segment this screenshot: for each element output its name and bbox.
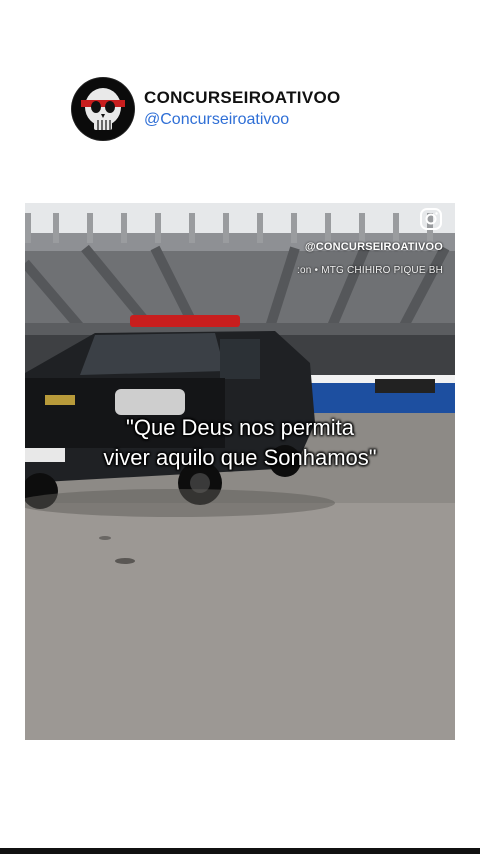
watermark-text: @CONCURSEIROATIVOO: [304, 241, 443, 253]
avatar[interactable]: [72, 78, 134, 140]
instagram-icon[interactable]: [419, 207, 443, 231]
account-handle[interactable]: @Concurseiroativoo: [144, 110, 341, 130]
video-frame[interactable]: @CONCURSEIROATIVOO :on • MTG CHIHIRO PIQ…: [25, 203, 455, 740]
post-header: CONCURSEIROATIVOO @Concurseiroativoo: [72, 78, 341, 140]
caption-line-2: viver aquilo que Sonhamos": [103, 445, 377, 470]
music-line: :on • MTG CHIHIRO PIQUE BH: [297, 265, 443, 276]
video-caption: "Que Deus nos permita viver aquilo que S…: [25, 413, 455, 473]
skull-logo-icon: [72, 78, 134, 140]
bottom-bar: [0, 848, 480, 854]
caption-line-1: "Que Deus nos permita: [126, 415, 354, 440]
account-name[interactable]: CONCURSEIROATIVOO: [144, 88, 341, 108]
